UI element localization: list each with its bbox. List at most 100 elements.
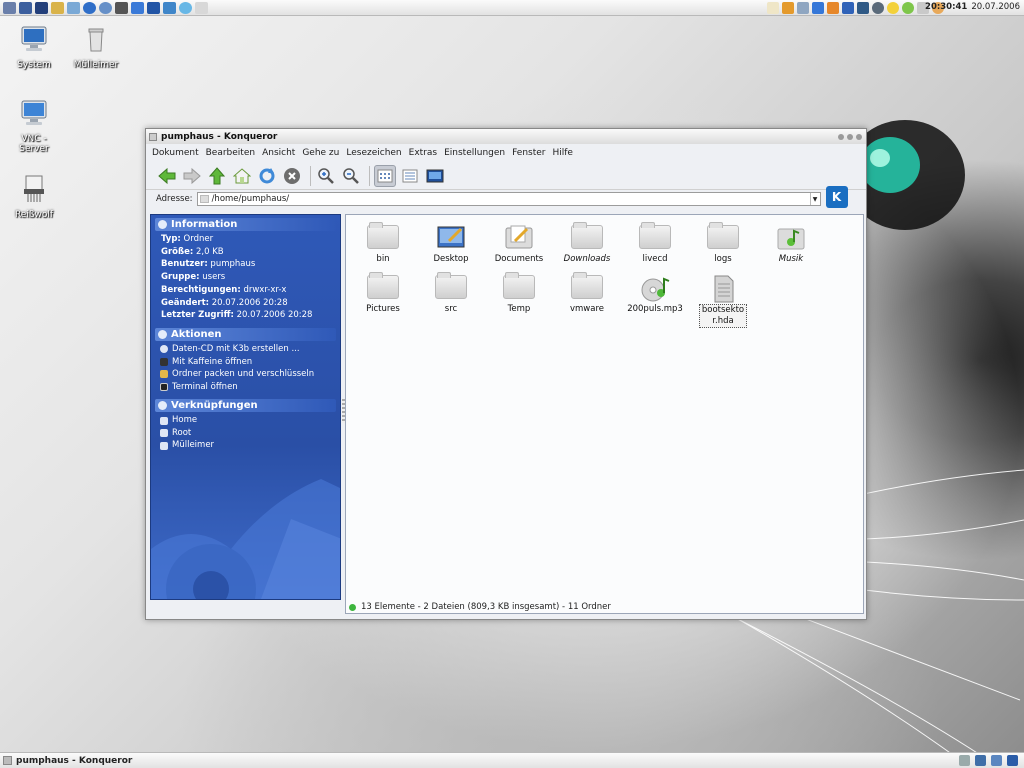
clock-time: 20:30:41 (925, 2, 968, 12)
action-pack-encrypt[interactable]: Ordner packen und verschlüsseln (151, 368, 340, 381)
desktop-icon-label: VNC - Server (19, 134, 49, 154)
menu-fenster[interactable]: Fenster (512, 148, 545, 158)
info-row: Größe: 2,0 KB (161, 246, 224, 257)
reload-button[interactable] (256, 165, 278, 187)
window-titlebar[interactable]: pumphaus - Konqueror (146, 129, 866, 144)
menu-ansicht[interactable]: Ansicht (262, 148, 295, 158)
monitor-icon[interactable] (782, 2, 794, 14)
action-open-kaffeine[interactable]: Mit Kaffeine öffnen (151, 356, 340, 369)
file-manager-icon[interactable] (131, 1, 144, 14)
file-item-downloads[interactable]: Downloads (558, 222, 616, 264)
clipboard-icon[interactable] (767, 2, 779, 14)
window-list-icon[interactable] (19, 1, 32, 14)
info-list: Typ: Ordner Größe: 2,0 KB Benutzer: pump… (151, 233, 340, 322)
menu-hilfe[interactable]: Hilfe (553, 148, 573, 158)
window-icon (149, 132, 157, 141)
desktop-icon-vnc[interactable]: VNC - Server (4, 98, 64, 154)
kaffeine-icon (160, 357, 168, 366)
file-item-vmware[interactable]: vmware (558, 272, 616, 314)
file-item-musik[interactable]: Musik (762, 225, 820, 264)
printer-icon[interactable] (959, 755, 970, 766)
k-menu-icon[interactable] (3, 1, 16, 14)
home-icon (160, 416, 168, 425)
status-indicator-icon (349, 603, 356, 611)
konqueror-window: pumphaus - Konqueror Dokument Bearbeiten… (145, 128, 867, 620)
back-button[interactable] (156, 165, 178, 187)
close-button[interactable] (856, 133, 862, 140)
file-item-bootsektor-hda[interactable]: bootsektor.hda (694, 275, 752, 328)
home-button[interactable] (231, 165, 253, 187)
kde-icon[interactable] (147, 1, 160, 14)
menu-lesezeichen[interactable]: Lesezeichen (346, 148, 401, 158)
action-burn-cd[interactable]: Daten-CD mit K3b erstellen ... (151, 343, 340, 356)
desktop-icon-trash[interactable]: Mülleimer (66, 24, 126, 70)
minimize-button[interactable] (838, 133, 844, 140)
icon-view-button[interactable] (374, 164, 396, 187)
save-icon[interactable] (975, 755, 986, 766)
system-monitor-icon[interactable] (857, 2, 869, 14)
detail-view-button[interactable] (399, 165, 421, 187)
terminal-icon[interactable] (115, 1, 128, 14)
file-item-temp[interactable]: Temp (490, 272, 548, 314)
calendar-icon[interactable] (842, 2, 854, 14)
file-view[interactable]: bin Desktop Documents Downloads livecd l… (345, 214, 864, 614)
network-icon[interactable] (827, 2, 839, 14)
section-title: Information (171, 219, 238, 230)
maximize-button[interactable] (847, 133, 853, 140)
info-row: Letzter Zugriff: 20.07.2006 20:28 (161, 310, 313, 321)
help-icon[interactable] (99, 1, 112, 14)
sidebar-section-links[interactable]: Verknüpfungen (155, 399, 336, 413)
update-icon[interactable] (902, 2, 914, 14)
up-button[interactable] (206, 165, 228, 187)
globe-icon[interactable] (872, 2, 884, 14)
preview-view-button[interactable] (424, 165, 446, 187)
documents-folder-icon (505, 225, 533, 249)
zoom-in-button[interactable] (315, 165, 337, 187)
stop-button[interactable] (281, 165, 303, 187)
sidebar-section-actions[interactable]: Aktionen (155, 327, 336, 341)
messenger-icon[interactable] (179, 1, 192, 14)
menu-dokument[interactable]: Dokument (152, 148, 199, 158)
menu-extras[interactable]: Extras (409, 148, 437, 158)
address-input[interactable]: /home/pumphaus/ ▼ (196, 192, 821, 206)
file-item-pictures[interactable]: Pictures (354, 272, 412, 314)
info-row: Typ: Ordner (161, 234, 214, 244)
action-open-terminal[interactable]: Terminal öffnen (151, 381, 340, 394)
menu-einstellungen[interactable]: Einstellungen (444, 148, 505, 158)
file-item-bin[interactable]: bin (354, 222, 412, 264)
download-icon[interactable] (812, 2, 824, 14)
sidebar-section-information[interactable]: Information (155, 218, 336, 231)
lightbulb-icon[interactable] (887, 2, 899, 14)
kde-icon[interactable] (1007, 755, 1018, 766)
top-panel: 20:30:41 20.07.2006 (0, 0, 1024, 16)
menu-gehe-zu[interactable]: Gehe zu (302, 148, 339, 158)
trash-icon (160, 441, 168, 450)
menu-bearbeiten[interactable]: Bearbeiten (206, 148, 255, 158)
file-item-logs[interactable]: logs (694, 222, 752, 264)
taskbar-item-konqueror[interactable]: pumphaus - Konqueror (0, 756, 132, 766)
file-item-livecd[interactable]: livecd (626, 222, 684, 264)
link-root[interactable]: Root (151, 427, 340, 440)
file-item-200puls-mp3[interactable]: 200puls.mp3 (626, 275, 684, 314)
file-item-desktop[interactable]: Desktop (422, 225, 480, 264)
forward-button[interactable] (181, 165, 203, 187)
file-item-src[interactable]: src (422, 272, 480, 314)
address-dropdown-button[interactable]: ▼ (809, 193, 820, 205)
volume-icon[interactable] (797, 2, 809, 14)
desktop-icon-system[interactable]: System (4, 24, 64, 70)
taskbar-item-label: pumphaus - Konqueror (16, 755, 133, 766)
file-item-documents[interactable]: Documents (490, 225, 548, 264)
home-icon[interactable] (51, 1, 64, 14)
show-desktop-icon[interactable] (35, 1, 48, 14)
drive-icon[interactable] (991, 755, 1002, 766)
star-icon[interactable] (195, 1, 208, 14)
zoom-out-button[interactable] (340, 165, 362, 187)
settings-icon[interactable] (67, 1, 80, 14)
browser-icon[interactable] (83, 1, 96, 14)
clock[interactable]: 20:30:41 20.07.2006 (925, 2, 1020, 12)
forward-arrow-icon (183, 167, 201, 184)
link-home[interactable]: Home (151, 414, 340, 427)
link-trash[interactable]: Mülleimer (151, 439, 340, 452)
mail-icon[interactable] (163, 1, 176, 14)
desktop-icon-shredder[interactable]: Reißwolf (4, 174, 64, 220)
